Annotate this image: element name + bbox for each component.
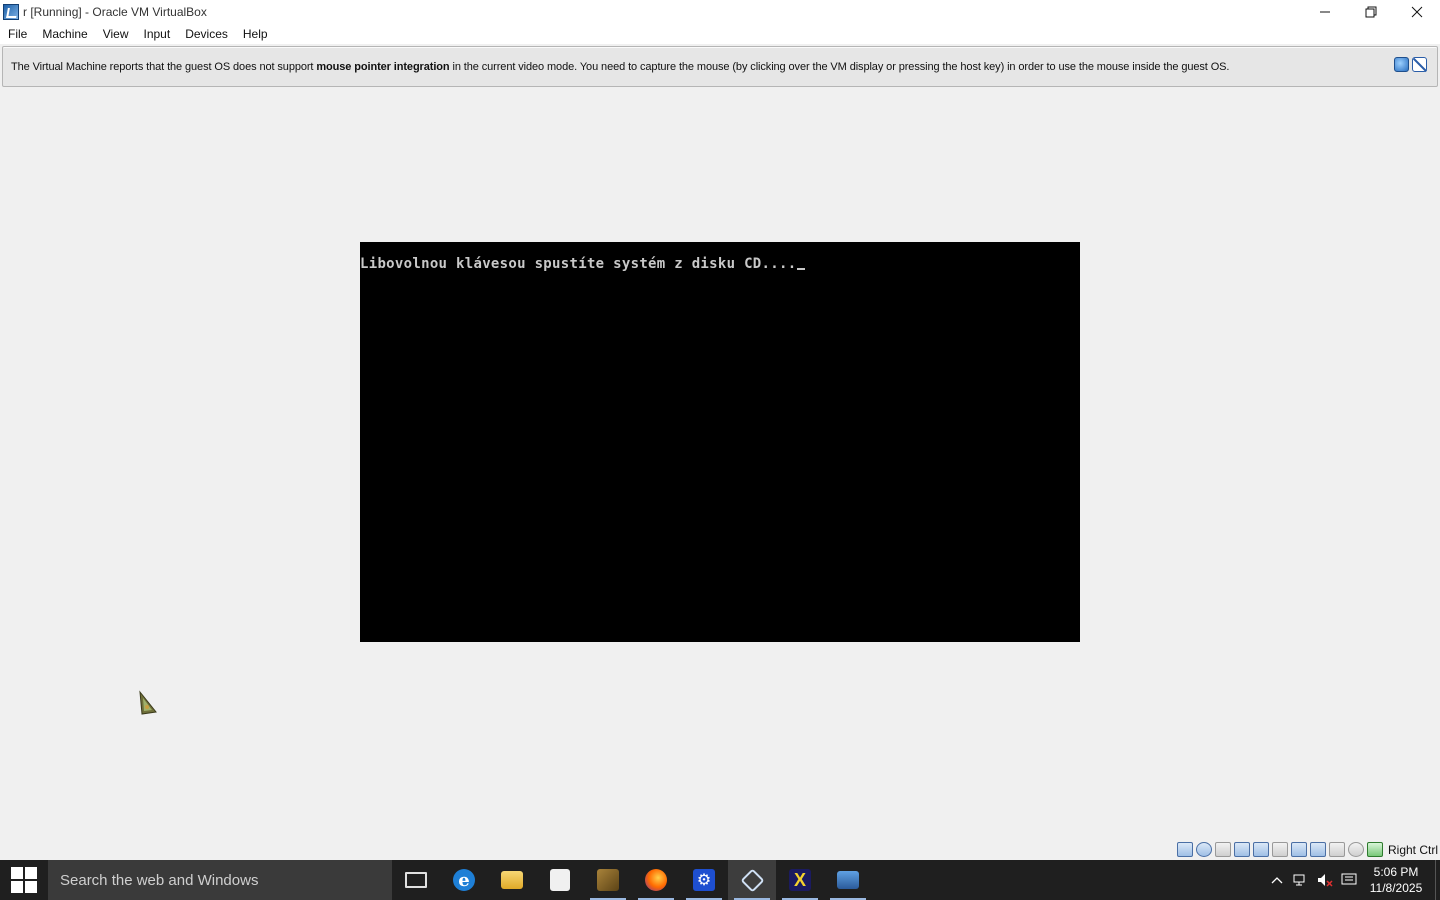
taskbar-app-xming[interactable]: X [776, 860, 824, 900]
xming-icon: X [789, 869, 811, 891]
minimize-icon [1320, 11, 1330, 12]
mouse-integration-notification: The Virtual Machine reports that the gue… [2, 46, 1438, 87]
restore-button[interactable] [1348, 0, 1394, 23]
notification-actions [1394, 57, 1427, 72]
notification-text-bold: mouse pointer integration [316, 60, 450, 73]
taskbar-app-store[interactable] [536, 860, 584, 900]
title-bar: r [Running] - Oracle VM VirtualBox [0, 0, 1440, 23]
taskbar-app-edge[interactable]: e [440, 860, 488, 900]
virtualbox-icon [739, 867, 765, 893]
show-desktop-button[interactable] [1435, 860, 1440, 900]
edge-icon: e [453, 869, 475, 891]
clock-time: 5:06 PM [1373, 865, 1419, 879]
audio-icon[interactable] [1214, 842, 1231, 857]
menu-input[interactable]: Input [138, 25, 177, 43]
info-icon[interactable] [1394, 57, 1409, 72]
mouse-integration-icon[interactable] [1328, 842, 1345, 857]
mouse-integration-off-icon[interactable] [1412, 57, 1427, 72]
vm-status-bar: Right Ctrl [1176, 840, 1440, 859]
folder-icon [501, 871, 523, 889]
busy-mouse-cursor-icon [139, 690, 157, 715]
host-key-label: Right Ctrl [1387, 842, 1438, 857]
restore-icon [1365, 6, 1377, 17]
taskbar-app-settings[interactable]: ⚙ [680, 860, 728, 900]
network-icon[interactable] [1233, 842, 1250, 857]
menu-file[interactable]: File [2, 25, 33, 43]
window-title: r [Running] - Oracle VM VirtualBox [23, 4, 207, 19]
task-view-button[interactable] [392, 860, 440, 900]
taskbar-app-virtualbox[interactable] [728, 860, 776, 900]
close-icon [1411, 6, 1423, 17]
taskbar-app-vmware[interactable] [584, 860, 632, 900]
search-placeholder: Search the web and Windows [60, 871, 259, 889]
menu-bar: File Machine View Input Devices Help [0, 23, 1440, 44]
console-output: Libovolnou klávesou spustíte systém z di… [360, 256, 806, 272]
taskbar-clock[interactable]: 5:06 PM 11/8/2025 [1361, 864, 1431, 896]
taskbar-app-firefox[interactable] [632, 860, 680, 900]
menu-help[interactable]: Help [237, 25, 274, 43]
gear-icon: ⚙ [693, 869, 715, 891]
keyboard-icon[interactable] [1347, 842, 1364, 857]
optical-drive-icon[interactable] [1195, 842, 1212, 857]
taskbar-app-file-explorer[interactable] [488, 860, 536, 900]
console-text: Libovolnou klávesou spustíte systém z di… [360, 256, 797, 272]
action-center-icon[interactable] [1337, 860, 1361, 900]
remote-desktop-icon [837, 871, 859, 889]
hard-disk-icon[interactable] [1176, 842, 1193, 857]
notification-text-part: The Virtual Machine reports that the gue… [11, 60, 317, 73]
window-controls [1302, 0, 1440, 23]
menu-devices[interactable]: Devices [179, 25, 234, 43]
host-key-icon[interactable] [1366, 842, 1383, 857]
close-button[interactable] [1394, 0, 1440, 23]
notification-text: The Virtual Machine reports that the gue… [11, 61, 1229, 73]
task-view-icon [405, 872, 427, 888]
system-tray: 5:06 PM 11/8/2025 [1265, 860, 1440, 900]
taskbar-app-remote-desktop[interactable] [824, 860, 872, 900]
notification-text-part: in the current video mode. You need to c… [449, 60, 1230, 73]
windows-logo-icon [11, 867, 37, 893]
start-button[interactable] [0, 860, 48, 900]
display-icon[interactable] [1290, 842, 1307, 857]
minimize-button[interactable] [1302, 0, 1348, 23]
volume-muted-icon[interactable] [1313, 860, 1337, 900]
vm-display[interactable]: Libovolnou klávesou spustíte systém z di… [360, 242, 1080, 642]
store-icon [550, 869, 570, 891]
text-cursor [797, 268, 806, 270]
clock-date: 11/8/2025 [1369, 881, 1423, 895]
usb-icon[interactable] [1252, 842, 1269, 857]
shared-folders-icon[interactable] [1271, 842, 1288, 857]
menu-view[interactable]: View [97, 25, 135, 43]
taskbar-search-box[interactable]: Search the web and Windows [48, 860, 392, 900]
show-hidden-icons-chevron-up-icon[interactable] [1265, 860, 1289, 900]
video-capture-icon[interactable] [1309, 842, 1326, 857]
firefox-icon [645, 869, 667, 891]
windows-taskbar: Search the web and Windows e ⚙ X 5:06 PM… [0, 860, 1440, 900]
network-tray-icon[interactable] [1289, 860, 1313, 900]
virtualbox-app-icon[interactable] [3, 3, 19, 20]
vmware-icon [597, 869, 619, 891]
menu-machine[interactable]: Machine [36, 25, 93, 43]
